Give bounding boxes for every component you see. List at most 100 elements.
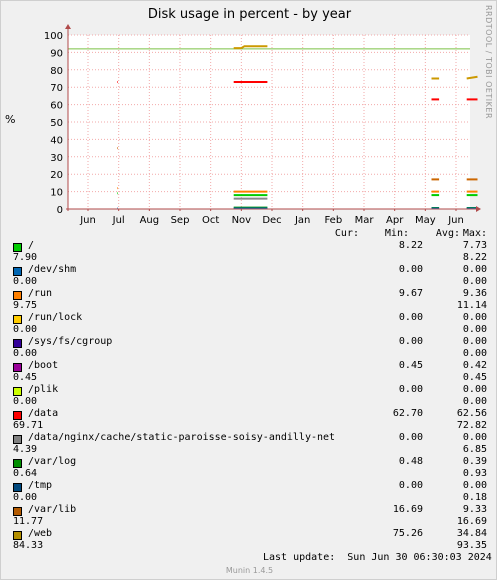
legend-name: /run/lock bbox=[28, 312, 83, 323]
x-tick-label: Jan bbox=[294, 215, 310, 226]
legend-row: /var/log 0.48 0.39 0.64 0.93 bbox=[13, 456, 487, 480]
legend-name: /run bbox=[28, 288, 53, 299]
y-tick-label: 80 bbox=[50, 66, 63, 77]
legend-cur: 0.64 bbox=[13, 468, 38, 479]
legend-cur: 69.71 bbox=[13, 420, 44, 431]
legend-avg: 0.42 bbox=[462, 360, 487, 371]
legend-avg: 62.56 bbox=[456, 408, 487, 419]
legend-max: 0.45 bbox=[462, 372, 487, 383]
legend-max: 0.00 bbox=[462, 276, 487, 287]
legend-cur: 7.90 bbox=[13, 252, 38, 263]
legend-row: /dev/shm 0.00 0.00 0.00 0.00 bbox=[13, 264, 487, 288]
legend-min: 0.00 bbox=[398, 480, 423, 491]
x-tick-label: Aug bbox=[140, 215, 160, 226]
legend-row: /web 75.26 34.84 84.33 93.35 bbox=[13, 528, 487, 552]
legend-avg: 9.33 bbox=[462, 504, 487, 515]
x-tick-label: May bbox=[415, 215, 436, 226]
legend-name: /var/lib bbox=[28, 504, 77, 515]
legend-row: /8.22 7.73 7.90 8.22 bbox=[13, 240, 487, 264]
legend-cur: 84.33 bbox=[13, 540, 44, 551]
legend-name: /sys/fs/cgroup bbox=[28, 336, 113, 347]
legend-max: 0.93 bbox=[462, 468, 487, 479]
legend-row: /sys/fs/cgroup 0.00 0.00 0.00 0.00 bbox=[13, 336, 487, 360]
legend-swatch bbox=[13, 483, 22, 492]
y-axis-arrow-icon bbox=[65, 24, 71, 29]
legend-max: 93.35 bbox=[456, 540, 487, 551]
legend-min: 0.00 bbox=[398, 312, 423, 323]
legend-swatch bbox=[13, 435, 22, 444]
x-tick-label: Apr bbox=[386, 215, 404, 226]
legend-avg: 0.00 bbox=[462, 336, 487, 347]
munin-version: Munin 1.4.5 bbox=[225, 566, 274, 575]
legend-cur: 0.00 bbox=[13, 324, 38, 335]
legend-swatch bbox=[13, 387, 22, 396]
legend-swatch bbox=[13, 339, 22, 348]
x-tick-label: Dec bbox=[262, 215, 281, 226]
legend-name: /plik bbox=[28, 384, 59, 395]
y-tick-label: 100 bbox=[44, 31, 63, 42]
legend-avg: 0.00 bbox=[462, 432, 487, 443]
legend-name: /boot bbox=[28, 360, 59, 371]
legend-min: 62.70 bbox=[392, 408, 423, 419]
legend-name: /tmp bbox=[28, 480, 53, 491]
legend-cur: 0.00 bbox=[13, 276, 38, 287]
legend-name: /var/log bbox=[28, 456, 77, 467]
x-tick-label: Jun bbox=[447, 215, 464, 226]
legend-min: 0.00 bbox=[398, 264, 423, 275]
legend-name: / bbox=[28, 240, 35, 251]
legend-avg: 7.73 bbox=[462, 240, 487, 251]
legend-avg: 0.00 bbox=[462, 264, 487, 275]
legend-max: 72.82 bbox=[456, 420, 487, 431]
legend-max: 0.00 bbox=[462, 324, 487, 335]
legend-swatch bbox=[13, 267, 22, 276]
x-tick-label: Oct bbox=[202, 215, 219, 226]
munin-graph-panel: Disk usage in percent - by year % RRDTOO… bbox=[0, 0, 497, 580]
legend-cur: 0.00 bbox=[13, 348, 38, 359]
legend-swatch bbox=[13, 363, 22, 372]
legend-min: 0.00 bbox=[398, 336, 423, 347]
legend-min: 8.22 bbox=[398, 240, 423, 251]
legend-min: 9.67 bbox=[398, 288, 423, 299]
legend-row: /plik 0.00 0.00 0.00 0.00 bbox=[13, 384, 487, 408]
x-tick-label: Jun bbox=[79, 215, 96, 226]
legend-row: /data 62.70 62.56 69.71 72.82 bbox=[13, 408, 487, 432]
legend-cur: 0.45 bbox=[13, 372, 38, 383]
legend-name: /dev/shm bbox=[28, 264, 77, 275]
legend-max: 0.00 bbox=[462, 396, 487, 407]
legend-avg: 0.39 bbox=[462, 456, 487, 467]
legend-max: 16.69 bbox=[456, 516, 487, 527]
y-tick-label: 90 bbox=[50, 48, 63, 59]
legend-name: /data/nginx/cache/static-paroisse-soisy-… bbox=[28, 432, 336, 443]
x-tick-label: Nov bbox=[232, 215, 252, 226]
legend-max: 0.18 bbox=[462, 492, 487, 503]
legend-max: 0.00 bbox=[462, 348, 487, 359]
legend-min: 0.00 bbox=[398, 432, 423, 443]
y-tick-label: 40 bbox=[50, 135, 63, 146]
legend-avg: 9.36 bbox=[462, 288, 487, 299]
legend-row: /data/nginx/cache/static-paroisse-soisy-… bbox=[13, 432, 487, 456]
legend-cur: 0.00 bbox=[13, 396, 38, 407]
legend-swatch bbox=[13, 315, 22, 324]
y-tick-label: 0 bbox=[57, 205, 63, 216]
legend-avg: 34.84 bbox=[456, 528, 487, 539]
legend-max: 11.14 bbox=[456, 300, 487, 311]
legend-min: 0.00 bbox=[398, 384, 423, 395]
legend-min: 16.69 bbox=[392, 504, 423, 515]
x-tick-label: Sep bbox=[171, 215, 190, 226]
legend-name: /web bbox=[28, 528, 53, 539]
x-tick-label: Mar bbox=[355, 215, 375, 226]
legend-min: 75.26 bbox=[392, 528, 423, 539]
y-tick-label: 10 bbox=[50, 188, 63, 199]
legend-swatch bbox=[13, 291, 22, 300]
legend-swatch bbox=[13, 507, 22, 516]
y-tick-label: 30 bbox=[50, 153, 63, 164]
legend-swatch bbox=[13, 243, 22, 252]
legend-row: /tmp 0.00 0.00 0.00 0.18 bbox=[13, 480, 487, 504]
legend-avg: 0.00 bbox=[462, 384, 487, 395]
legend-min: 0.45 bbox=[398, 360, 423, 371]
y-tick-label: 60 bbox=[50, 101, 63, 112]
legend-swatch bbox=[13, 531, 22, 540]
legend-swatch bbox=[13, 459, 22, 468]
legend-min: 0.48 bbox=[398, 456, 423, 467]
legend-row: /var/lib 16.69 9.33 11.77 16.69 bbox=[13, 504, 487, 528]
